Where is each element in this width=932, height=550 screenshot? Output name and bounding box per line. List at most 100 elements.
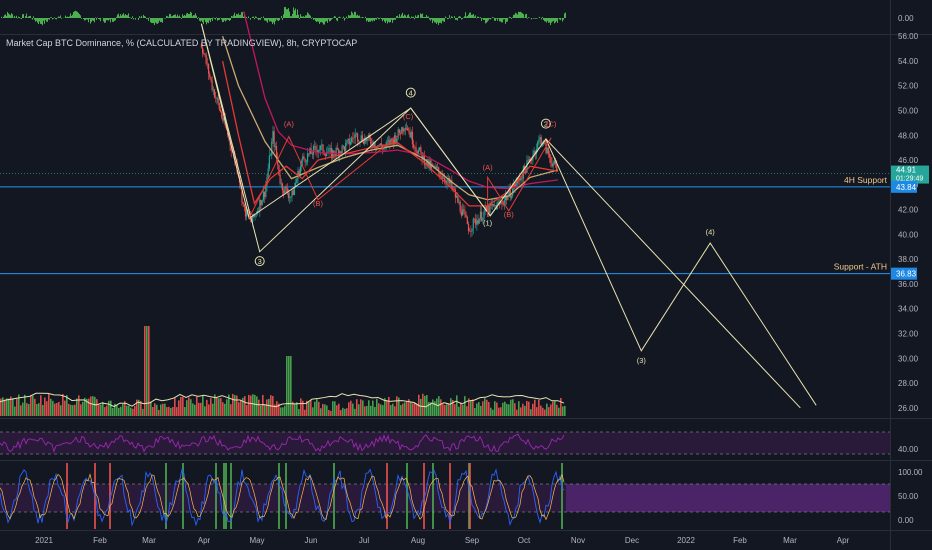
top-oscillator-bar <box>154 18 155 25</box>
top-oscillator-bar <box>394 18 395 20</box>
top-oscillator-bar <box>238 13 239 18</box>
top-oscillator-bar <box>335 16 336 18</box>
top-oscillator-bar <box>273 18 274 23</box>
volume-bar <box>432 399 434 416</box>
top-oscillator-bar <box>373 18 374 21</box>
volume-bar <box>94 396 96 416</box>
candle-body <box>472 218 474 229</box>
candle-body <box>320 145 322 150</box>
volume-bar <box>232 393 234 416</box>
top-oscillator-bar <box>477 16 478 18</box>
top-oscillator-bar <box>328 18 329 20</box>
volume-bar <box>518 401 520 416</box>
volume-bar <box>220 398 222 416</box>
volume-bar <box>538 399 540 416</box>
top-oscillator-bar <box>158 18 159 23</box>
candle-body <box>336 147 338 150</box>
top-oscillator-bar <box>365 16 366 18</box>
top-oscillator-bar <box>381 18 382 20</box>
top-oscillator-bar <box>397 15 398 18</box>
candle-body <box>538 139 540 142</box>
top-oscillator-bar <box>439 18 440 23</box>
top-oscillator-bar <box>371 18 372 21</box>
top-oscillator-bar <box>541 18 542 20</box>
top-oscillator-bar <box>46 18 47 22</box>
top-oscillator-bar <box>114 18 115 21</box>
candle-body <box>318 149 321 151</box>
top-oscillator-bar <box>313 18 314 20</box>
top-oscillator-bar <box>84 18 85 21</box>
top-oscillator-bar <box>481 18 482 21</box>
volume-bar <box>308 401 310 416</box>
candle-body <box>370 138 372 144</box>
top-oscillator-bar <box>420 13 421 18</box>
candle-body <box>302 156 304 161</box>
top-oscillator-bar <box>83 18 84 19</box>
top-oscillator-bar <box>367 18 368 21</box>
volume-bar <box>68 403 70 416</box>
top-oscillator-bar <box>432 18 433 24</box>
top-oscillator-bar <box>188 14 189 18</box>
top-oscillator-bar <box>131 18 132 19</box>
candle-body <box>335 147 337 156</box>
top-oscillator-bar <box>375 18 376 20</box>
top-oscillator-bar <box>81 18 82 19</box>
top-oscillator-bar <box>325 18 326 22</box>
top-oscillator-bar <box>16 15 17 18</box>
volume-bar <box>182 396 184 416</box>
volume-bar <box>172 407 174 416</box>
candle-body <box>478 218 480 224</box>
top-oscillator-bar <box>159 18 160 21</box>
top-oscillator-bar <box>409 16 410 18</box>
top-oscillator-bar <box>353 14 354 18</box>
top-oscillator-bar <box>423 17 424 18</box>
volume-bar <box>378 403 380 416</box>
candle-body <box>458 201 460 203</box>
top-oscillator-bar <box>483 18 484 20</box>
top-oscillator-bar <box>545 18 546 22</box>
top-oscillator-bar <box>202 18 203 23</box>
candle-body <box>322 144 324 153</box>
candle-body <box>242 201 244 205</box>
volume-bar <box>118 407 120 416</box>
top-oscillator-bar <box>71 15 72 18</box>
top-oscillator-bar <box>392 18 393 23</box>
top-oscillator-bar <box>288 8 289 18</box>
chart-canvas[interactable]: 0.004H SupportSupport - ATH342(4)(3)(1)(… <box>0 0 932 550</box>
candle-body <box>280 183 282 185</box>
top-oscillator-bar <box>93 18 94 21</box>
candle-body <box>521 178 523 179</box>
candle-body <box>537 141 539 149</box>
top-oscillator-bar <box>261 17 262 18</box>
top-oscillator-bar <box>211 18 212 20</box>
top-oscillator-bar <box>194 15 195 18</box>
top-oscillator-bar <box>138 18 139 20</box>
top-oscillator-bar <box>331 18 332 20</box>
volume-bar <box>424 395 426 416</box>
candle-body <box>305 162 307 163</box>
top-oscillator-bar <box>74 11 75 18</box>
top-oscillator-bar <box>464 16 465 18</box>
top-oscillator-bar <box>472 14 473 18</box>
top-oscillator-bar <box>79 14 80 18</box>
top-oscillator-bar <box>348 15 349 18</box>
top-oscillator-bar <box>505 18 506 24</box>
top-oscillator-bar <box>316 18 317 23</box>
volume-bar <box>540 405 542 416</box>
top-oscillator-bar <box>119 16 120 18</box>
top-oscillator-bar <box>50 17 51 18</box>
volume-bar <box>194 404 196 416</box>
price-axis-tick-label: 46.00 <box>898 156 919 165</box>
candle-body <box>396 138 398 143</box>
top-oscillator-bar <box>198 17 199 18</box>
top-oscillator-bar <box>302 16 303 18</box>
top-oscillator-bar <box>395 18 396 20</box>
time-axis-tick-label: Oct <box>518 536 531 545</box>
wave-label: (C) <box>546 120 557 129</box>
volume-bar <box>160 404 162 416</box>
candle-body <box>311 153 313 155</box>
volume-bar <box>78 395 80 416</box>
top-oscillator-bar <box>542 16 543 18</box>
volume-bar <box>126 405 128 416</box>
top-oscillator-bar <box>235 15 236 18</box>
